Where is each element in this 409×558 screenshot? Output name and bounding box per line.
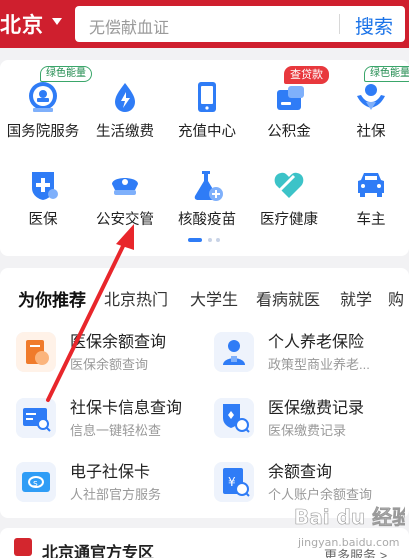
watermark-brand: Bai du 经验	[294, 505, 405, 529]
utility-payment-icon	[115, 83, 135, 112]
search-input[interactable]: 无偿献血证	[89, 14, 169, 38]
social-card-search-icon	[16, 398, 56, 438]
service-label: 核酸疫苗	[178, 212, 236, 228]
phone-recharge-icon	[198, 82, 216, 112]
beijing-logo-icon	[14, 538, 32, 556]
tab-beijing-hot[interactable]: 北京热门	[104, 286, 168, 310]
service-item-utility[interactable]: 生活缴费	[84, 60, 166, 142]
service-item-traffic-police[interactable]: 公安交管	[84, 148, 166, 230]
zone-title: 北京通官方专区	[42, 545, 155, 558]
nucleic-vaccine-icon	[194, 171, 223, 201]
tab-school[interactable]: 就学	[340, 286, 372, 310]
caret-down-icon[interactable]	[52, 18, 62, 25]
recommend-title: 余额查询	[268, 464, 333, 481]
tab-college[interactable]: 大学生	[190, 286, 238, 310]
service-item-housing-fund[interactable]: 查贷款 公积金	[248, 60, 330, 142]
search-divider	[339, 14, 340, 34]
svg-text:¥: ¥	[228, 475, 236, 489]
service-label: 充值中心	[178, 124, 236, 140]
recommend-item[interactable]: 医保余额查询 医保余额查询	[16, 328, 216, 388]
service-item-nucleic-vaccine[interactable]: 核酸疫苗	[166, 148, 248, 230]
recommend-subtitle: 人社部官方服务	[70, 487, 162, 502]
svg-text:s: s	[33, 479, 38, 489]
tab-medical[interactable]: 看病就医	[256, 286, 320, 310]
page-dot-active	[188, 238, 202, 242]
state-council-icon	[29, 82, 57, 112]
payment-record-icon	[214, 398, 254, 438]
housing-fund-icon	[277, 86, 304, 110]
recommend-subtitle: 政策型商业养老...	[268, 357, 370, 372]
recommend-item[interactable]: s 电子社保卡 人社部官方服务	[16, 458, 216, 518]
recommend-item[interactable]: 社保卡信息查询 信息一键轻松查	[16, 394, 216, 454]
service-item-medical-insurance[interactable]: 医保	[2, 148, 84, 230]
service-item-health[interactable]: 医疗健康	[248, 148, 330, 230]
service-label: 公积金	[267, 124, 311, 140]
recommend-tabs: 为你推荐 北京热门 大学生 看病就医 就学 购	[18, 286, 409, 316]
service-item-social-security[interactable]: 绿色能量 社保	[330, 60, 409, 142]
tab-for-you[interactable]: 为你推荐	[18, 286, 86, 311]
recommend-card: 为你推荐 北京热门 大学生 看病就医 就学 购 医保余额查询 医保余额查询 个人…	[0, 268, 409, 518]
tab-shopping[interactable]: 购	[388, 286, 404, 310]
service-item-car-owner[interactable]: 车主	[330, 148, 409, 230]
traffic-police-icon	[112, 178, 138, 195]
recommend-title: 电子社保卡	[70, 464, 151, 481]
pension-icon	[214, 332, 254, 372]
page-dot	[208, 238, 212, 242]
city-selector[interactable]: 北京	[0, 9, 44, 39]
search-button[interactable]: 搜索	[355, 12, 393, 39]
service-label: 车主	[356, 212, 386, 228]
service-item-recharge[interactable]: 充值中心	[166, 60, 248, 142]
car-owner-icon	[358, 173, 384, 197]
health-heart-icon	[274, 172, 304, 198]
recommend-title: 社保卡信息查询	[70, 400, 183, 417]
service-label: 公安交管	[96, 212, 154, 228]
e-social-card-icon: s	[16, 462, 56, 502]
recommend-subtitle: 医保余额查询	[70, 357, 149, 372]
medical-balance-icon	[16, 332, 56, 372]
search-box[interactable]: 无偿献血证 搜索	[75, 6, 405, 42]
service-label: 生活缴费	[96, 124, 154, 140]
service-item-state-council[interactable]: 绿色能量 国务院服务	[2, 60, 92, 142]
service-grid-card: 绿色能量 国务院服务 生活缴费 充值中心 查贷款 公积金 绿色能量 社保 医保 …	[0, 60, 409, 256]
recommend-item[interactable]: 医保缴费记录 医保缴费记录	[214, 394, 409, 454]
recommend-subtitle: 信息一键轻松查	[70, 423, 162, 438]
recommend-title: 医保余额查询	[70, 334, 167, 351]
recommend-item[interactable]: 个人养老保险 政策型商业养老...	[214, 328, 409, 388]
recommend-title: 医保缴费记录	[268, 400, 365, 417]
service-label: 社保	[356, 124, 386, 140]
page-dot	[216, 238, 220, 242]
page-indicator	[188, 238, 228, 244]
baidu-jingyan-watermark: Bai du 经验 jingyan.baidu.com	[294, 505, 405, 549]
service-label: 医保	[28, 212, 58, 228]
recommend-subtitle: 医保缴费记录	[268, 423, 347, 438]
medical-insurance-icon	[32, 172, 58, 200]
recommend-title: 个人养老保险	[268, 334, 365, 351]
service-label: 医疗健康	[260, 212, 318, 228]
watermark-url: jingyan.baidu.com	[297, 536, 400, 549]
balance-query-icon: ¥	[214, 462, 254, 502]
top-header: 北京 无偿献血证 搜索	[0, 0, 409, 48]
social-security-icon	[357, 84, 385, 110]
service-label: 国务院服务	[6, 124, 80, 140]
